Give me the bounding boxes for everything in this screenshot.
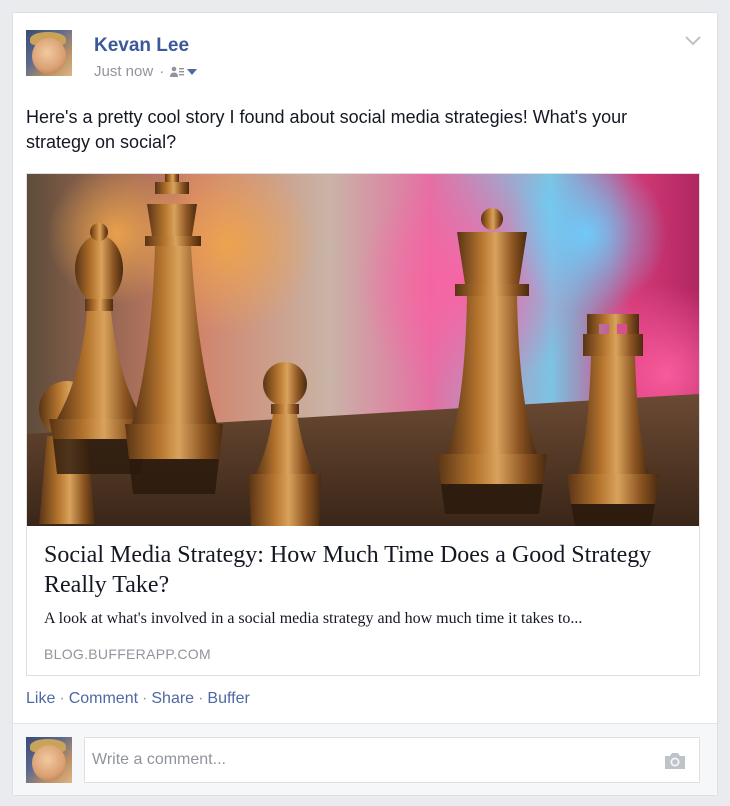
- friends-audience-icon: [170, 66, 185, 77]
- action-separator: ·: [142, 690, 148, 707]
- post-actions: Like · Comment · Share · Buffer: [26, 690, 250, 708]
- link-title[interactable]: Social Media Strategy: How Much Time Doe…: [44, 540, 684, 600]
- buffer-link[interactable]: Buffer: [207, 690, 249, 708]
- camera-icon[interactable]: [664, 752, 686, 770]
- post-timestamp[interactable]: Just now: [94, 63, 153, 80]
- author-name[interactable]: Kevan Lee: [94, 35, 189, 57]
- commenter-avatar[interactable]: [26, 737, 72, 783]
- link-preview-image[interactable]: [27, 174, 699, 526]
- comment-input[interactable]: [84, 737, 700, 783]
- action-separator: ·: [59, 690, 65, 707]
- post-card: Kevan Lee Just now · Here's a pretty coo…: [12, 12, 718, 796]
- link-preview[interactable]: Social Media Strategy: How Much Time Doe…: [26, 173, 700, 676]
- action-separator: ·: [198, 690, 204, 707]
- link-domain: BLOG.BUFFERAPP.COM: [44, 646, 211, 662]
- comment-composer: [13, 723, 717, 795]
- post-message: Here's a pretty cool story I found about…: [26, 107, 628, 152]
- caret-down-icon: [187, 68, 198, 75]
- link-description: A look at what's involved in a social me…: [44, 610, 583, 627]
- author-avatar[interactable]: [26, 30, 72, 76]
- share-link[interactable]: Share: [151, 690, 194, 708]
- comment-link[interactable]: Comment: [69, 690, 138, 708]
- meta-separator: ·: [159, 63, 165, 80]
- chess-pieces-image: [27, 174, 699, 526]
- chevron-down-icon[interactable]: [683, 33, 703, 47]
- audience-selector[interactable]: [170, 66, 198, 78]
- like-link[interactable]: Like: [26, 690, 55, 708]
- post-meta: Just now ·: [94, 63, 198, 80]
